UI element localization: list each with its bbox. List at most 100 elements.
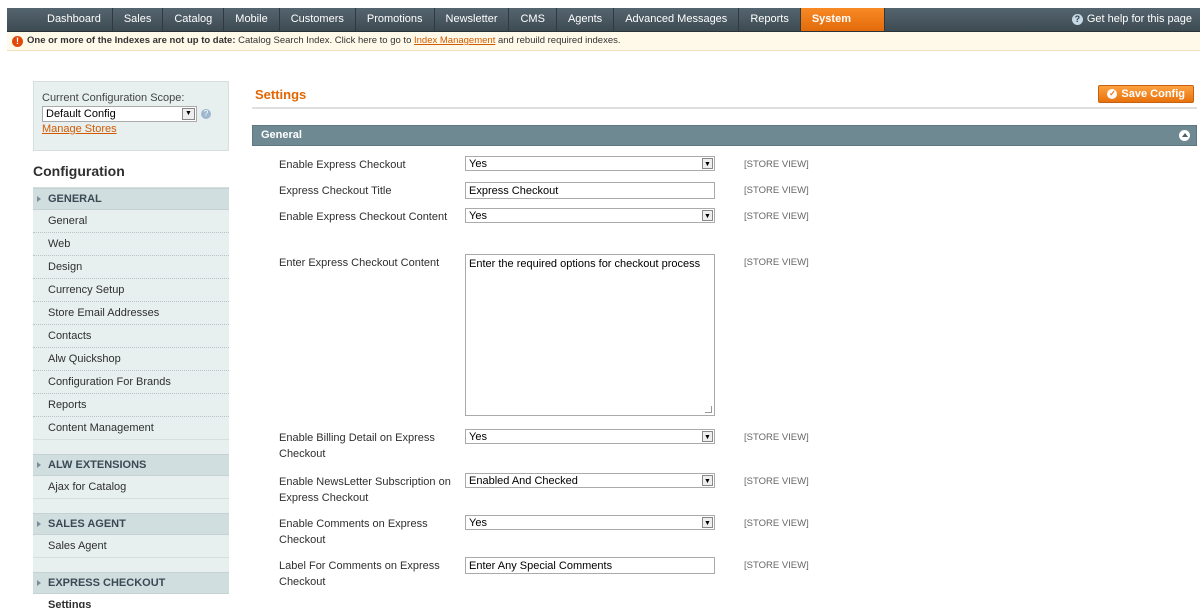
comments-select[interactable]: Yes ▼ <box>465 515 715 530</box>
section-gap <box>33 557 229 572</box>
scope-note: [STORE VIEW] <box>744 185 809 196</box>
enable-express-checkout-select[interactable]: Yes ▼ <box>465 156 715 171</box>
scope-select[interactable]: Default Config ▼ <box>42 106 197 122</box>
save-config-label: Save Config <box>1121 88 1185 100</box>
field-row: Express Checkout Title Express Checkout … <box>252 180 1197 206</box>
scope-label: Current Configuration Scope: <box>42 92 185 104</box>
nav-reports[interactable]: Reports <box>739 8 801 31</box>
scope-note: [STORE VIEW] <box>744 476 809 487</box>
nav-agents[interactable]: Agents <box>557 8 615 31</box>
chevron-down-icon: ▼ <box>702 158 713 169</box>
select-value: Yes <box>469 158 487 170</box>
field-row: Enter Express Checkout Content Enter the… <box>252 252 1197 427</box>
enable-express-content-select[interactable]: Yes ▼ <box>465 208 715 223</box>
section-sales-agent[interactable]: SALES AGENT <box>33 513 229 535</box>
sidebar-item-contacts[interactable]: Contacts <box>33 325 229 348</box>
admin-frame: Dashboard Sales Catalog Mobile Customers… <box>7 8 1200 608</box>
sales-agent-list: Sales Agent <box>33 535 229 557</box>
scope-note: [STORE VIEW] <box>744 432 809 443</box>
info-icon[interactable]: ? <box>201 109 211 119</box>
scope-note: [STORE VIEW] <box>744 560 809 571</box>
nav-sales[interactable]: Sales <box>113 8 164 31</box>
sidebar-item-general[interactable]: General <box>33 210 229 233</box>
scope-note: [STORE VIEW] <box>744 159 809 170</box>
chevron-down-icon: ▼ <box>702 517 713 528</box>
comments-label-input[interactable]: Enter Any Special Comments <box>465 557 715 574</box>
sidebar-item-reports[interactable]: Reports <box>33 394 229 417</box>
field-row: Enable Comments on Express Checkout Yes ▼… <box>252 513 1197 555</box>
help-link[interactable]: ? Get help for this page <box>1071 8 1192 31</box>
nav-advanced-messages[interactable]: Advanced Messages <box>614 8 740 31</box>
save-config-button[interactable]: ✓ Save Config <box>1098 85 1194 103</box>
sidebar-item-settings[interactable]: Settings <box>33 594 229 608</box>
main-content: Settings ✓ Save Config General Enable Ex… <box>252 81 1197 595</box>
sidebar-item-config-brands[interactable]: Configuration For Brands <box>33 371 229 394</box>
newsletter-subscription-select[interactable]: Enabled And Checked ▼ <box>465 473 715 488</box>
express-checkout-title-input[interactable]: Express Checkout <box>465 182 715 199</box>
warning-icon: ! <box>12 35 23 47</box>
express-content-textarea[interactable]: Enter the required options for checkout … <box>465 254 715 416</box>
chevron-down-icon: ▼ <box>702 475 713 486</box>
field-row: Label For Comments on Express Checkout E… <box>252 555 1197 595</box>
field-label: Enable Express Checkout <box>279 159 406 171</box>
select-value: Yes <box>469 210 487 222</box>
sidebar-item-design[interactable]: Design <box>33 256 229 279</box>
billing-detail-select[interactable]: Yes ▼ <box>465 429 715 444</box>
chevron-down-icon: ▼ <box>702 210 713 221</box>
notice-bold: One or more of the Indexes are not up to… <box>27 35 236 46</box>
settings-form: Enable Express Checkout Yes ▼ [STORE VIEW… <box>252 146 1197 595</box>
index-management-link[interactable]: Index Management <box>414 35 495 46</box>
scope-note: [STORE VIEW] <box>744 518 809 529</box>
nav-dashboard[interactable]: Dashboard <box>36 8 113 31</box>
index-notice: ! One or more of the Indexes are not up … <box>7 32 1200 51</box>
general-list: General Web Design Currency Setup Store … <box>33 210 229 439</box>
collapse-icon[interactable] <box>1179 130 1190 141</box>
chevron-down-icon: ▼ <box>702 431 713 442</box>
chevron-down-icon: ▼ <box>182 108 195 120</box>
field-label: Express Checkout Title <box>279 185 392 197</box>
sidebar-item-content-management[interactable]: Content Management <box>33 417 229 439</box>
help-label: Get help for this page <box>1086 13 1192 25</box>
select-value: Enabled And Checked <box>469 475 578 487</box>
section-general[interactable]: GENERAL <box>33 188 229 210</box>
scope-note: [STORE VIEW] <box>744 211 809 222</box>
field-label: Enable NewsLetter Subscription on Expres… <box>279 476 451 504</box>
field-label: Label For Comments on Express Checkout <box>279 560 440 588</box>
notice-text: Catalog Search Index. Click here to go t… <box>238 35 412 46</box>
fieldset-title: General <box>261 129 302 141</box>
check-icon: ✓ <box>1107 89 1118 99</box>
nav-mobile[interactable]: Mobile <box>224 8 280 31</box>
scope-box: Current Configuration Scope: Default Con… <box>33 81 229 151</box>
section-express-checkout[interactable]: EXPRESS CHECKOUT <box>33 572 229 594</box>
field-row: Enable Express Checkout Yes ▼ [STORE VIEW… <box>252 154 1197 180</box>
sidebar: Current Configuration Scope: Default Con… <box>33 81 229 608</box>
section-alw-extensions[interactable]: ALW EXTENSIONS <box>33 454 229 476</box>
nav-catalog[interactable]: Catalog <box>163 8 225 31</box>
sidebar-item-ajax-catalog[interactable]: Ajax for Catalog <box>33 476 229 498</box>
scope-value: Default Config <box>46 108 116 120</box>
nav-promotions[interactable]: Promotions <box>356 8 435 31</box>
sidebar-item-store-email[interactable]: Store Email Addresses <box>33 302 229 325</box>
fieldset-general-header[interactable]: General <box>252 125 1197 146</box>
section-gap <box>33 439 229 454</box>
page-title: Settings <box>255 86 307 102</box>
field-row: Enable Billing Detail on Express Checkou… <box>252 427 1197 471</box>
nav-customers[interactable]: Customers <box>280 8 356 31</box>
field-label: Enter Express Checkout Content <box>279 257 440 269</box>
sidebar-item-alw-quickshop[interactable]: Alw Quickshop <box>33 348 229 371</box>
top-nav: Dashboard Sales Catalog Mobile Customers… <box>7 8 1200 32</box>
scope-note: [STORE VIEW] <box>744 257 809 268</box>
manage-stores-link[interactable]: Manage Stores <box>42 123 220 135</box>
nav-newsletter[interactable]: Newsletter <box>435 8 510 31</box>
help-icon: ? <box>1071 14 1083 25</box>
field-label: Enable Express Checkout Content <box>279 211 448 223</box>
section-gap <box>33 498 229 513</box>
alw-extensions-list: Ajax for Catalog <box>33 476 229 498</box>
notice-tail: and rebuild required indexes. <box>497 35 621 46</box>
sidebar-item-currency-setup[interactable]: Currency Setup <box>33 279 229 302</box>
field-row: Enable Express Checkout Content Yes ▼ [ST… <box>252 206 1197 252</box>
sidebar-item-web[interactable]: Web <box>33 233 229 256</box>
nav-cms[interactable]: CMS <box>509 8 557 31</box>
nav-system[interactable]: System <box>800 8 885 31</box>
sidebar-item-sales-agent[interactable]: Sales Agent <box>33 535 229 557</box>
